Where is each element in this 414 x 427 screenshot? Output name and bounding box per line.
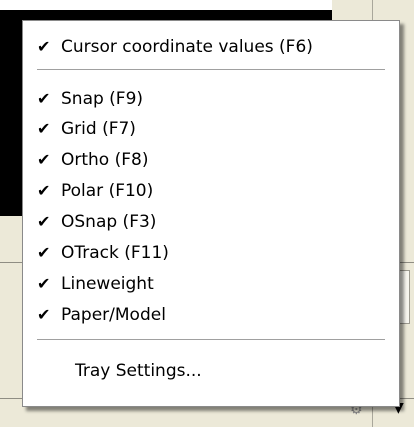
menu-item-label: Snap (F9) (61, 89, 144, 109)
menu-item-cursor-coordinates[interactable]: ✔ Cursor coordinate values (F6) (23, 33, 399, 61)
checkmark-icon: ✔ (37, 212, 51, 231)
menu-item-grid[interactable]: ✔ Grid (F7) (23, 115, 399, 143)
menu-item-lineweight[interactable]: ✔ Lineweight (23, 270, 399, 298)
menu-item-snap[interactable]: ✔ Snap (F9) (23, 85, 399, 113)
menu-item-label: OSnap (F3) (61, 212, 157, 232)
checkmark-icon: ✔ (37, 119, 51, 138)
menu-item-polar[interactable]: ✔ Polar (F10) (23, 177, 399, 205)
checkmark-icon: ✔ (37, 274, 51, 293)
checkmark-icon: ✔ (37, 305, 51, 324)
menu-item-label: OTrack (F11) (61, 243, 169, 263)
menu-item-label: Tray Settings... (75, 361, 202, 381)
canvas-top-strip (0, 0, 332, 10)
menu-item-label: Lineweight (61, 274, 154, 294)
menu-item-ortho[interactable]: ✔ Ortho (F8) (23, 146, 399, 174)
tray-context-menu: ✔ Cursor coordinate values (F6) ✔ Snap (… (22, 20, 400, 407)
menu-item-label: Grid (F7) (61, 119, 136, 139)
menu-separator (37, 339, 385, 341)
menu-item-label: Polar (F10) (61, 181, 154, 201)
checkmark-icon: ✔ (37, 243, 51, 262)
checkmark-icon: ✔ (37, 37, 51, 56)
menu-item-label: Paper/Model (61, 305, 166, 325)
checkmark-icon: ✔ (37, 181, 51, 200)
menu-item-osnap[interactable]: ✔ OSnap (F3) (23, 208, 399, 236)
checkmark-icon: ✔ (37, 89, 51, 108)
menu-separator (37, 69, 385, 71)
menu-item-label: Ortho (F8) (61, 150, 149, 170)
menu-item-otrack[interactable]: ✔ OTrack (F11) (23, 239, 399, 267)
checkmark-icon: ✔ (37, 150, 51, 169)
menu-item-label: Cursor coordinate values (F6) (61, 37, 313, 57)
menu-item-tray-settings[interactable]: Tray Settings... (23, 357, 399, 385)
menu-item-paper-model[interactable]: ✔ Paper/Model (23, 301, 399, 329)
